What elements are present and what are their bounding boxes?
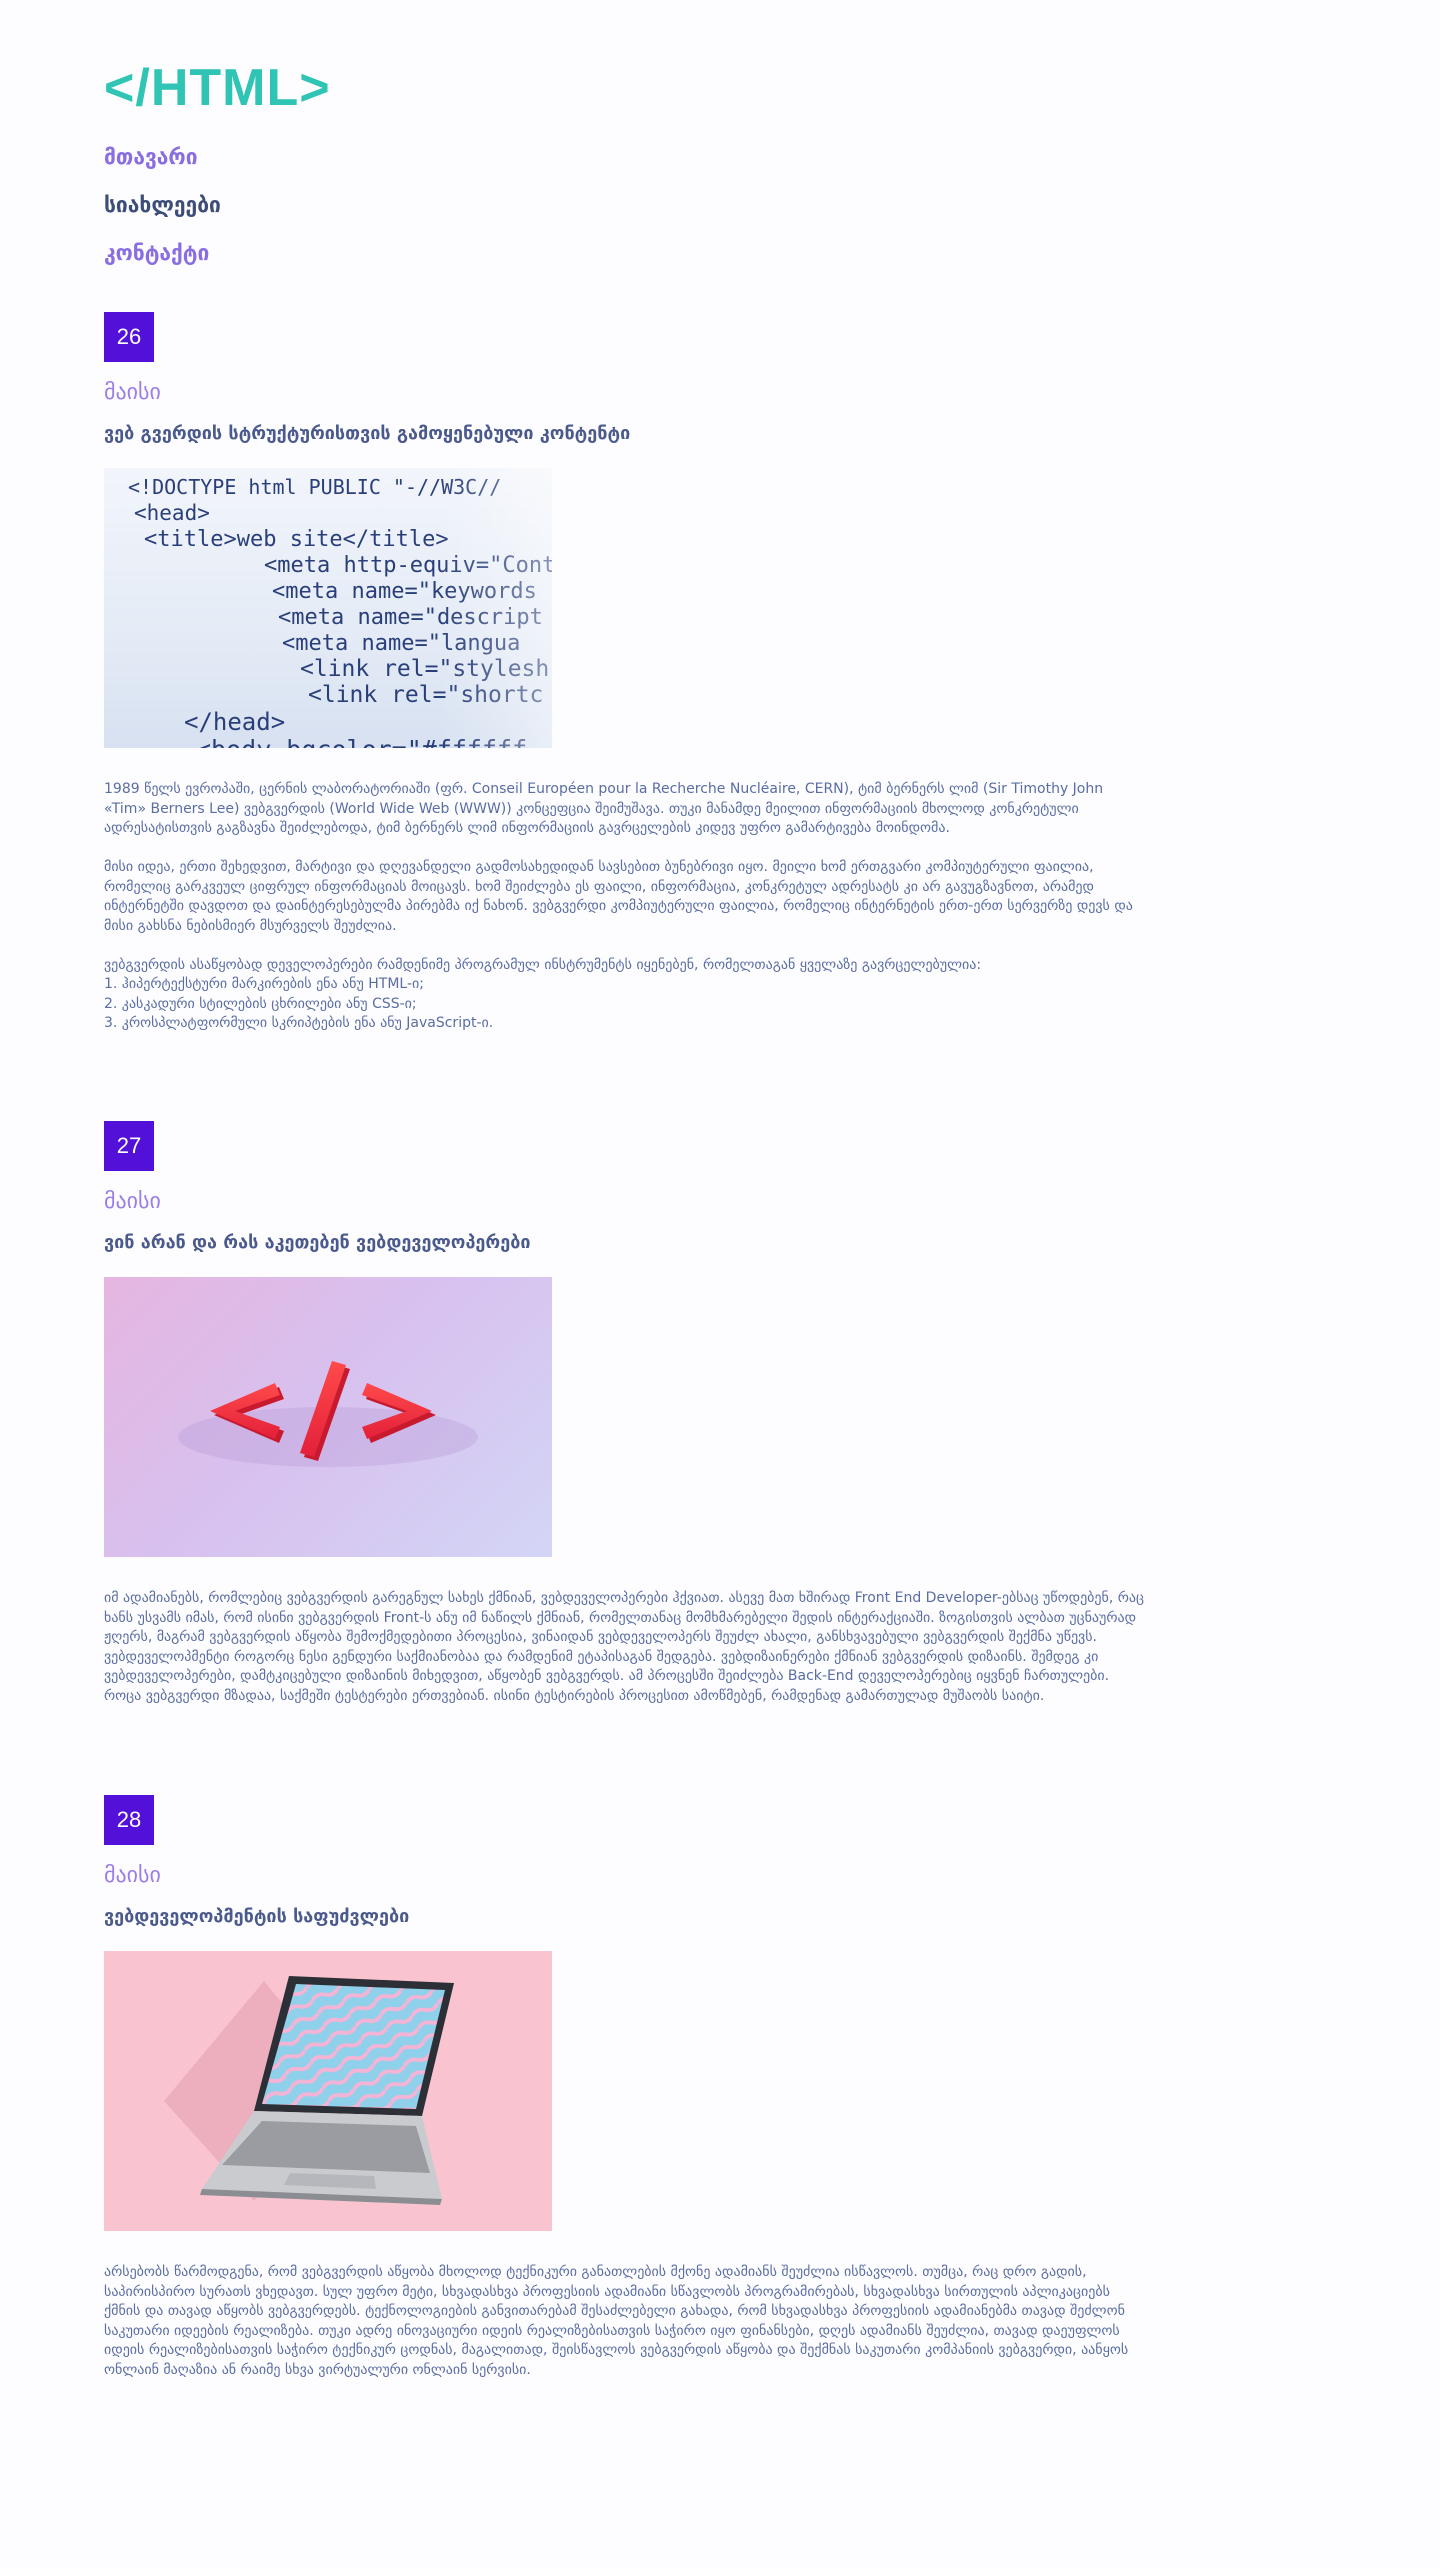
date-day-badge: 27 bbox=[104, 1121, 154, 1171]
date-day-badge: 26 bbox=[104, 312, 154, 362]
laptop-icon bbox=[164, 1976, 454, 2205]
date-month: მაისი bbox=[104, 380, 161, 405]
site-logo[interactable]: </HTML> bbox=[104, 58, 331, 118]
post-body: იმ ადამიანებს, რომლებიც ვებგვერდის გარეგ… bbox=[104, 1590, 1145, 1704]
date-day-badge: 28 bbox=[104, 1795, 154, 1845]
post-body: არსებობს წარმოდგენა, რომ ვებგვერდის აწყო… bbox=[104, 2264, 1129, 2378]
post-body: 1989 წელს ევროპაში, ცერნის ლაბორატორიაში… bbox=[104, 781, 1133, 1031]
blog-post: 28 მაისი ვებდეველოპმენტის საფუძვლები არს… bbox=[104, 1795, 1144, 2380]
date-month: მაისი bbox=[104, 1189, 161, 1214]
html-code-illustration: <!DOCTYPE html PUBLIC "-//W3C// <head> <… bbox=[104, 468, 552, 748]
code-sign-image bbox=[104, 1277, 552, 1557]
laptop-image bbox=[104, 1951, 552, 2231]
blog-post: 27 მაისი ვინ არან და რას აკეთებენ ვებდევ… bbox=[104, 1121, 1144, 1706]
post-title[interactable]: ვებდეველოპმენტის საფუძვლები bbox=[104, 1903, 1144, 1931]
html-code-image: <!DOCTYPE html PUBLIC "-//W3C// <head> <… bbox=[104, 468, 552, 748]
nav-link-home[interactable]: მთავარი bbox=[104, 142, 221, 190]
code-brackets-icon bbox=[178, 1361, 478, 1467]
date-month: მაისი bbox=[104, 1863, 161, 1888]
blog-post: 26 მაისი ვებ გვერდის სტრუქტურისთვის გამო… bbox=[104, 312, 1144, 1034]
post-title[interactable]: ვინ არან და რას აკეთებენ ვებდეველოპერები bbox=[104, 1229, 1144, 1257]
post-title[interactable]: ვებ გვერდის სტრუქტურისთვის გამოყენებული … bbox=[104, 420, 1144, 448]
main-nav: მთავარი სიახლეები კონტაქტი bbox=[104, 142, 221, 286]
nav-link-news[interactable]: სიახლეები bbox=[104, 190, 221, 238]
nav-link-contact[interactable]: კონტაქტი bbox=[104, 238, 221, 286]
